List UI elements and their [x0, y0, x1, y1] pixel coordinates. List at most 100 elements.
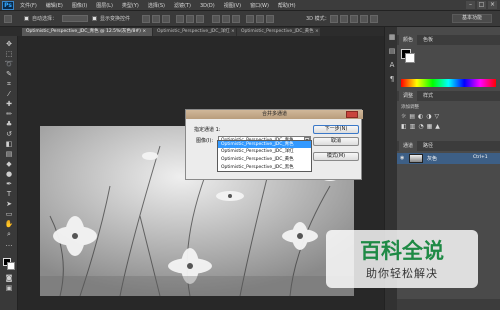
tools-panel: ✥ ⬚ ➰ ✎ ⌗ ⁄ ✚ ✏ ♣ ↺ ◧ ▤ ◆ ● ✒ T ➤ ▭ ✋ ⌕ … [0, 36, 18, 310]
menu-view[interactable]: 视图(V) [224, 2, 241, 9]
menu-edit[interactable]: 编辑(E) [46, 2, 63, 9]
align-center-icon[interactable] [186, 15, 194, 23]
blur-tool-icon[interactable]: ◆ [4, 160, 14, 169]
distribute-icon[interactable] [256, 15, 264, 23]
eyedropper-tool-icon[interactable]: ⁄ [4, 90, 14, 99]
hand-tool-icon[interactable]: ✋ [4, 220, 14, 229]
maximize-icon[interactable]: □ [477, 1, 486, 9]
dialog-title: 合并多通道 [186, 110, 363, 119]
3d-slide-icon[interactable] [360, 15, 368, 23]
type-tool-icon[interactable]: T [4, 190, 14, 199]
pen-tool-icon[interactable]: ✒ [4, 180, 14, 189]
gradient-tool-icon[interactable]: ▤ [4, 150, 14, 159]
paragraph-panel-icon[interactable]: ¶ [387, 75, 397, 84]
background-color-swatch[interactable] [7, 262, 15, 270]
tab-channels[interactable]: 通道 [399, 141, 418, 151]
dropdown-option[interactable]: Optimistic_Perspective_JDC_黄色 [218, 156, 311, 163]
crop-tool-icon[interactable]: ⌗ [4, 80, 14, 89]
menu-file[interactable]: 文件(F) [20, 2, 37, 9]
history-panel-icon[interactable]: ▦ [387, 33, 397, 42]
close-icon[interactable]: × [488, 1, 497, 9]
channel-shortcut: Ctrl+1 [473, 155, 488, 160]
distribute-icon[interactable] [212, 15, 220, 23]
dropdown-option[interactable]: Optimistic_Perspective_JDC_青色 [218, 141, 311, 148]
tab-adjustments[interactable]: 调整 [399, 91, 418, 101]
menu-image[interactable]: 图像(I) [72, 2, 87, 9]
healing-tool-icon[interactable]: ✚ [4, 100, 14, 109]
mode-button[interactable]: 模式(M) [313, 152, 359, 161]
dropdown-option[interactable]: Optimistic_Perspective_JDC_黑色 [218, 164, 311, 171]
screen-mode-icon[interactable]: ▣ [4, 284, 14, 293]
move-tool-icon[interactable]: ✥ [4, 40, 14, 49]
adjustments-title: 添加调整 [401, 105, 419, 110]
tab-paths[interactable]: 路径 [419, 141, 437, 151]
background-swatch[interactable] [405, 53, 415, 63]
main-menu: 文件(F) 编辑(E) 图像(I) 图层(L) 类型(Y) 选择(S) 滤镜(T… [20, 0, 305, 11]
visibility-eye-icon[interactable]: ◉ [400, 155, 406, 161]
3d-rotate-icon[interactable] [330, 15, 338, 23]
menu-bar: Ps 文件(F) 编辑(E) 图像(I) 图层(L) 类型(Y) 选择(S) 滤… [0, 0, 500, 11]
3d-scale-icon[interactable] [370, 15, 378, 23]
tab-swatches[interactable]: 色板 [419, 35, 437, 45]
minimize-icon[interactable]: – [466, 1, 475, 9]
menu-help[interactable]: 帮助(H) [278, 2, 296, 9]
eraser-tool-icon[interactable]: ◧ [4, 140, 14, 149]
show-transform-label: 显示变换控件 [100, 16, 131, 22]
auto-select-label: 自动选择： [32, 16, 58, 22]
menu-3d[interactable]: 3D(D) [200, 3, 215, 9]
align-middle-icon[interactable] [152, 15, 160, 23]
adjustment-icons-row[interactable]: ◧▥◔▦▲ [401, 123, 496, 131]
menu-type[interactable]: 类型(Y) [122, 2, 139, 9]
align-right-icon[interactable] [196, 15, 204, 23]
shape-tool-icon[interactable]: ▭ [4, 210, 14, 219]
properties-panel-icon[interactable]: ▤ [387, 47, 397, 56]
dialog-close-icon[interactable] [346, 111, 358, 118]
history-brush-icon[interactable]: ↺ [4, 130, 14, 139]
dropdown-option[interactable]: Optimistic_Perspective_JDC_洋红 [218, 148, 311, 155]
distribute-icon[interactable] [266, 15, 274, 23]
distribute-icon[interactable] [232, 15, 240, 23]
menu-window[interactable]: 窗口(W) [250, 2, 269, 9]
menu-filter[interactable]: 滤镜(T) [174, 2, 191, 9]
menu-select[interactable]: 选择(S) [148, 2, 165, 9]
tab-styles[interactable]: 样式 [419, 91, 437, 101]
move-tool-icon[interactable] [4, 15, 12, 23]
workspace-switcher[interactable]: 基本功能 [452, 14, 492, 23]
distribute-icon[interactable] [246, 15, 254, 23]
tab-magenta-document[interactable]: Optimistic_Perspective_JDC_洋红 × [153, 28, 236, 36]
distribute-icon[interactable] [222, 15, 230, 23]
tab-color[interactable]: 颜色 [399, 35, 418, 45]
zoom-tool-icon[interactable]: ⌕ [4, 230, 14, 239]
menu-layer[interactable]: 图层(L) [96, 2, 113, 9]
adjustment-icons-row[interactable]: ☼▤◐◑▽ [401, 113, 496, 121]
window-controls: – □ × [464, 1, 497, 9]
adjust-panel-tabs: 调整 样式 [397, 91, 500, 101]
align-left-icon[interactable] [176, 15, 184, 23]
auto-select-checkbox[interactable] [24, 16, 29, 21]
brush-tool-icon[interactable]: ✏ [4, 110, 14, 119]
color-spectrum[interactable] [401, 79, 496, 87]
align-top-icon[interactable] [142, 15, 150, 23]
show-transform-checkbox[interactable] [92, 16, 97, 21]
quick-select-tool-icon[interactable]: ✎ [4, 70, 14, 79]
path-select-tool-icon[interactable]: ➤ [4, 200, 14, 209]
channel-label: 指定通道 1: [194, 127, 221, 133]
more-tools-icon[interactable]: … [4, 240, 14, 249]
next-button[interactable]: 下一步(N) [313, 125, 359, 134]
3d-pan-icon[interactable] [350, 15, 358, 23]
cancel-button[interactable]: 取消 [313, 137, 359, 146]
3d-roll-icon[interactable] [340, 15, 348, 23]
marquee-tool-icon[interactable]: ⬚ [4, 50, 14, 59]
stamp-tool-icon[interactable]: ♣ [4, 120, 14, 129]
tab-yellow-document[interactable]: Optimistic_Perspective_JDC_黄色 × [237, 28, 320, 36]
align-bottom-icon[interactable] [162, 15, 170, 23]
channel-row[interactable]: ◉ 灰色 Ctrl+1 [397, 153, 500, 164]
dodge-tool-icon[interactable]: ● [4, 170, 14, 179]
watermark: 百科全说 助你轻松解决 [326, 230, 478, 288]
tab-cyan-document[interactable]: Optimistic_Perspective_JDC_青色 @ 12.5%(灰色… [22, 28, 152, 36]
auto-select-dropdown[interactable] [62, 15, 88, 22]
character-panel-icon[interactable]: A [387, 61, 397, 70]
lasso-tool-icon[interactable]: ➰ [4, 60, 14, 69]
photoshop-logo: Ps [2, 1, 14, 10]
quick-mask-icon[interactable]: ◙ [4, 274, 14, 283]
